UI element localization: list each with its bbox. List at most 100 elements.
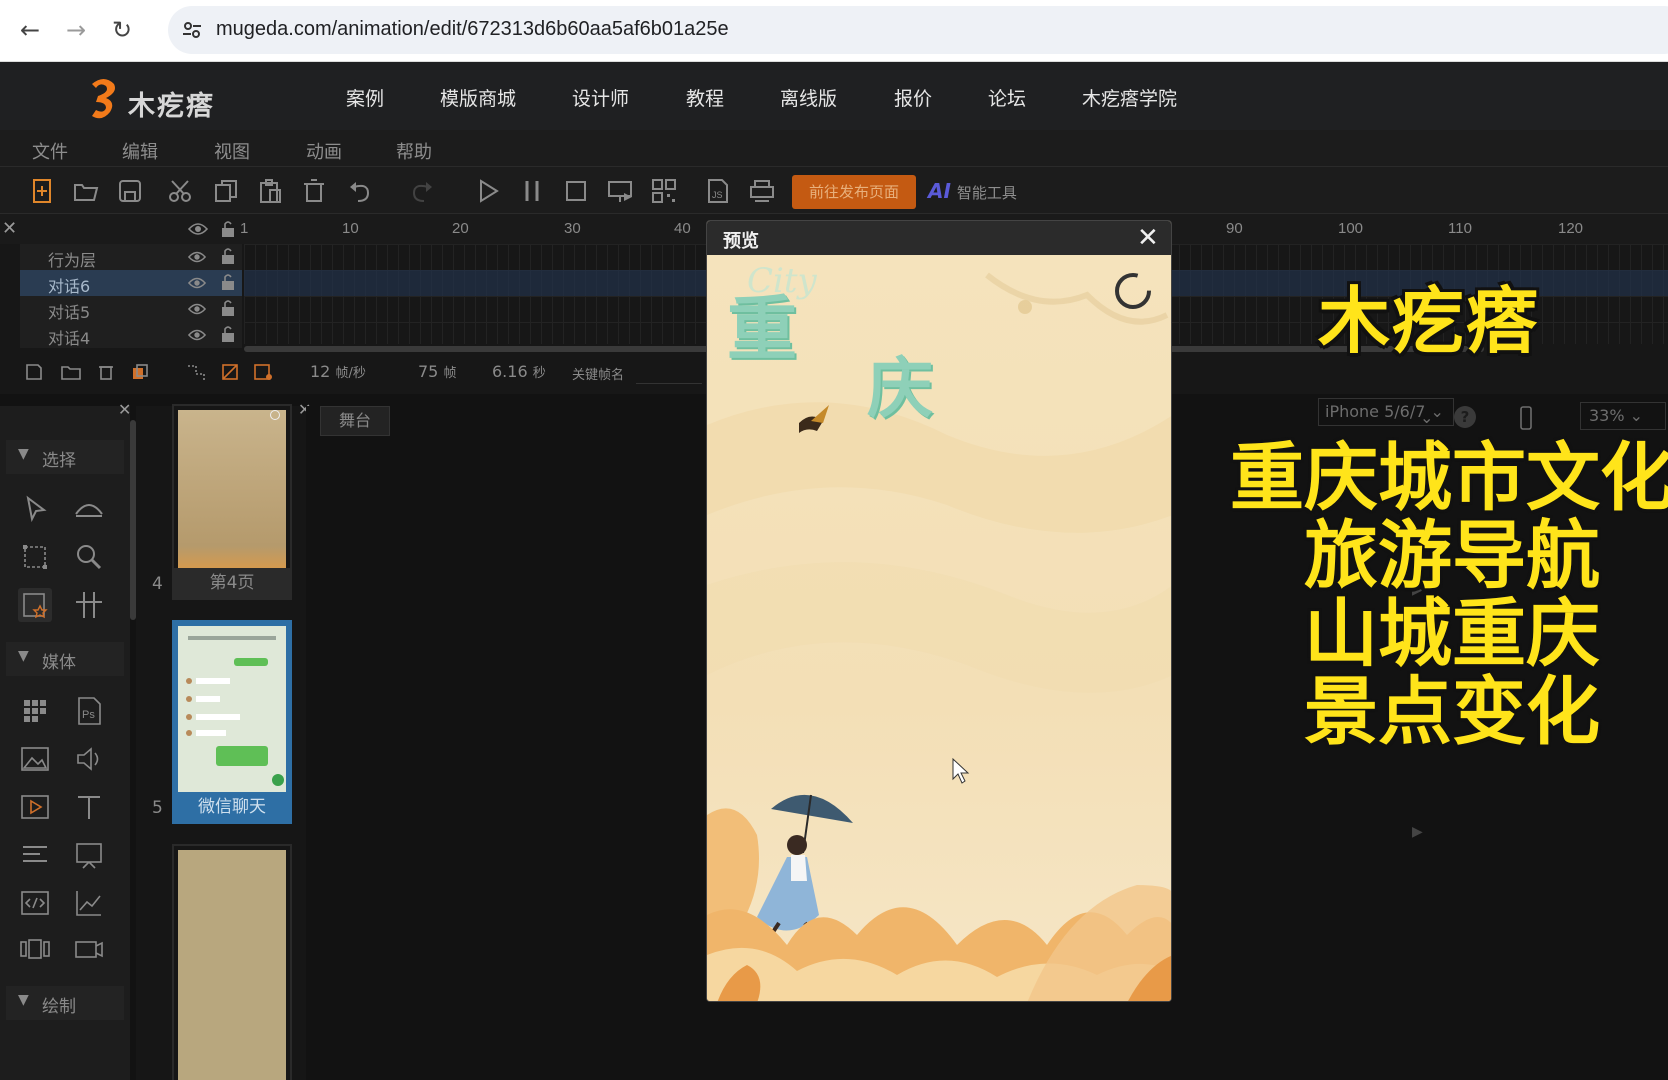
- section-draw[interactable]: ▼ 绘制: [6, 986, 124, 1020]
- presentation-icon[interactable]: [72, 838, 106, 872]
- menu-view[interactable]: 视图: [214, 138, 250, 164]
- paragraph-icon[interactable]: [18, 838, 52, 872]
- nav-offline[interactable]: 离线版: [780, 84, 837, 111]
- close-icon[interactable]: ✕: [1137, 223, 1159, 253]
- grid-guide-icon[interactable]: [72, 588, 106, 622]
- widgets-icon[interactable]: [18, 694, 52, 728]
- nav-designers[interactable]: 设计师: [572, 84, 629, 111]
- scroll-right-arrow-icon[interactable]: ▶: [1412, 824, 1423, 840]
- lock-icon[interactable]: [220, 299, 236, 317]
- stop-icon[interactable]: [562, 177, 590, 205]
- section-media[interactable]: ▼ 媒体: [6, 642, 124, 676]
- nav-pricing[interactable]: 报价: [894, 84, 932, 111]
- nav-forum[interactable]: 论坛: [988, 84, 1026, 111]
- ai-tools-button[interactable]: AI 智能工具: [928, 179, 1017, 205]
- layer-row[interactable]: 行为层: [20, 244, 242, 270]
- paste-icon[interactable]: [256, 177, 284, 205]
- favorite-tool-icon[interactable]: [18, 588, 52, 622]
- js-script-icon[interactable]: JS: [704, 177, 732, 205]
- fps-readout[interactable]: 12 帧/秒: [310, 362, 366, 381]
- site-logo[interactable]: 木疙瘩: [86, 72, 236, 124]
- lock-icon[interactable]: [220, 247, 236, 265]
- play-icon[interactable]: [474, 177, 502, 205]
- text-icon[interactable]: [72, 790, 106, 824]
- save-icon[interactable]: [116, 177, 144, 205]
- transform-icon[interactable]: [18, 540, 52, 574]
- code-icon[interactable]: [18, 886, 52, 920]
- nav-academy[interactable]: 木疙瘩学院: [1082, 84, 1177, 111]
- folder-icon[interactable]: [60, 362, 82, 382]
- path-edit-icon[interactable]: [72, 492, 106, 526]
- print-icon[interactable]: [748, 177, 776, 205]
- copy-icon[interactable]: [212, 177, 240, 205]
- keyframe-name-label: 关键帧名: [572, 368, 625, 383]
- back-icon[interactable]: ←: [12, 12, 48, 48]
- layer-row[interactable]: 对话4: [20, 322, 242, 348]
- lock-icon[interactable]: [220, 325, 236, 343]
- frame-settings-icon[interactable]: [252, 362, 274, 382]
- clear-frames-icon[interactable]: [220, 362, 240, 382]
- page-thumbnail[interactable]: 微信聊天: [172, 620, 292, 824]
- eye-icon[interactable]: [188, 300, 206, 318]
- layer-row[interactable]: 对话6: [20, 270, 242, 296]
- nav-cases[interactable]: 案例: [346, 84, 384, 111]
- eye-icon[interactable]: [188, 326, 206, 344]
- url-text[interactable]: mugeda.com/animation/edit/672313d6b60aa5…: [216, 18, 729, 41]
- new-file-icon[interactable]: [28, 177, 56, 205]
- preview-header[interactable]: 预览 ✕: [707, 221, 1171, 255]
- tab-stage[interactable]: 舞台: [320, 406, 390, 436]
- lock-icon[interactable]: [220, 220, 236, 238]
- nav-template-store[interactable]: 模版商城: [440, 84, 516, 111]
- keyframe-name-input[interactable]: [636, 362, 702, 384]
- menu-file[interactable]: 文件: [32, 138, 68, 164]
- arrow-select-icon[interactable]: [18, 492, 52, 526]
- open-folder-icon[interactable]: [72, 177, 100, 205]
- chart-icon[interactable]: [72, 886, 106, 920]
- photoshop-import-icon[interactable]: Ps: [72, 694, 106, 728]
- preview-screen-icon[interactable]: [606, 177, 634, 205]
- zoom-icon[interactable]: [72, 540, 106, 574]
- video-icon[interactable]: [18, 790, 52, 824]
- delete-layer-icon[interactable]: [96, 362, 116, 382]
- undo-icon[interactable]: [346, 177, 374, 205]
- page-preview-image: [178, 410, 286, 570]
- slideshow-icon[interactable]: [18, 932, 52, 966]
- seconds-value: 6.16: [492, 362, 528, 381]
- ruler-label: 100: [1338, 220, 1364, 237]
- camera-icon[interactable]: [72, 932, 106, 966]
- copy-layer-icon[interactable]: [130, 362, 150, 382]
- page-thumbnail[interactable]: 第4页: [172, 404, 292, 600]
- eye-icon[interactable]: [188, 274, 206, 292]
- reload-icon[interactable]: ↻: [104, 12, 140, 48]
- menu-help[interactable]: 帮助: [396, 138, 432, 164]
- audio-icon[interactable]: [72, 742, 106, 776]
- add-layer-icon[interactable]: [24, 362, 44, 382]
- page-thumbnail[interactable]: [172, 844, 292, 1080]
- lock-icon[interactable]: [220, 273, 236, 291]
- close-icon[interactable]: ✕: [2, 218, 17, 239]
- collapse-arrow-icon: ▼: [18, 992, 29, 1008]
- eye-icon[interactable]: [188, 248, 206, 266]
- menu-edit[interactable]: 编辑: [122, 138, 158, 164]
- motion-path-icon[interactable]: [186, 362, 208, 382]
- cut-icon[interactable]: [166, 177, 194, 205]
- qrcode-icon[interactable]: [650, 177, 678, 205]
- nav-tutorials[interactable]: 教程: [686, 84, 724, 111]
- collapse-arrow-icon: ▼: [18, 648, 29, 664]
- pause-icon[interactable]: [518, 177, 546, 205]
- layer-row[interactable]: 对话5: [20, 296, 242, 322]
- image-icon[interactable]: [18, 742, 52, 776]
- ruler-label: 120: [1558, 220, 1584, 237]
- redo-icon[interactable]: [408, 177, 436, 205]
- eye-icon[interactable]: [188, 222, 208, 236]
- close-icon[interactable]: ✕: [118, 400, 131, 419]
- forward-icon[interactable]: →: [58, 12, 94, 48]
- publish-button[interactable]: 前往发布页面: [792, 175, 916, 209]
- address-bar[interactable]: mugeda.com/animation/edit/672313d6b60aa5…: [168, 6, 1668, 54]
- preview-canvas[interactable]: 重 City 庆: [707, 255, 1171, 1001]
- delete-icon[interactable]: [300, 177, 328, 205]
- section-select[interactable]: ▼ 选择: [6, 440, 124, 474]
- menu-animation[interactable]: 动画: [306, 138, 342, 164]
- page-label: 微信聊天: [174, 792, 290, 822]
- site-settings-icon[interactable]: [180, 18, 204, 42]
